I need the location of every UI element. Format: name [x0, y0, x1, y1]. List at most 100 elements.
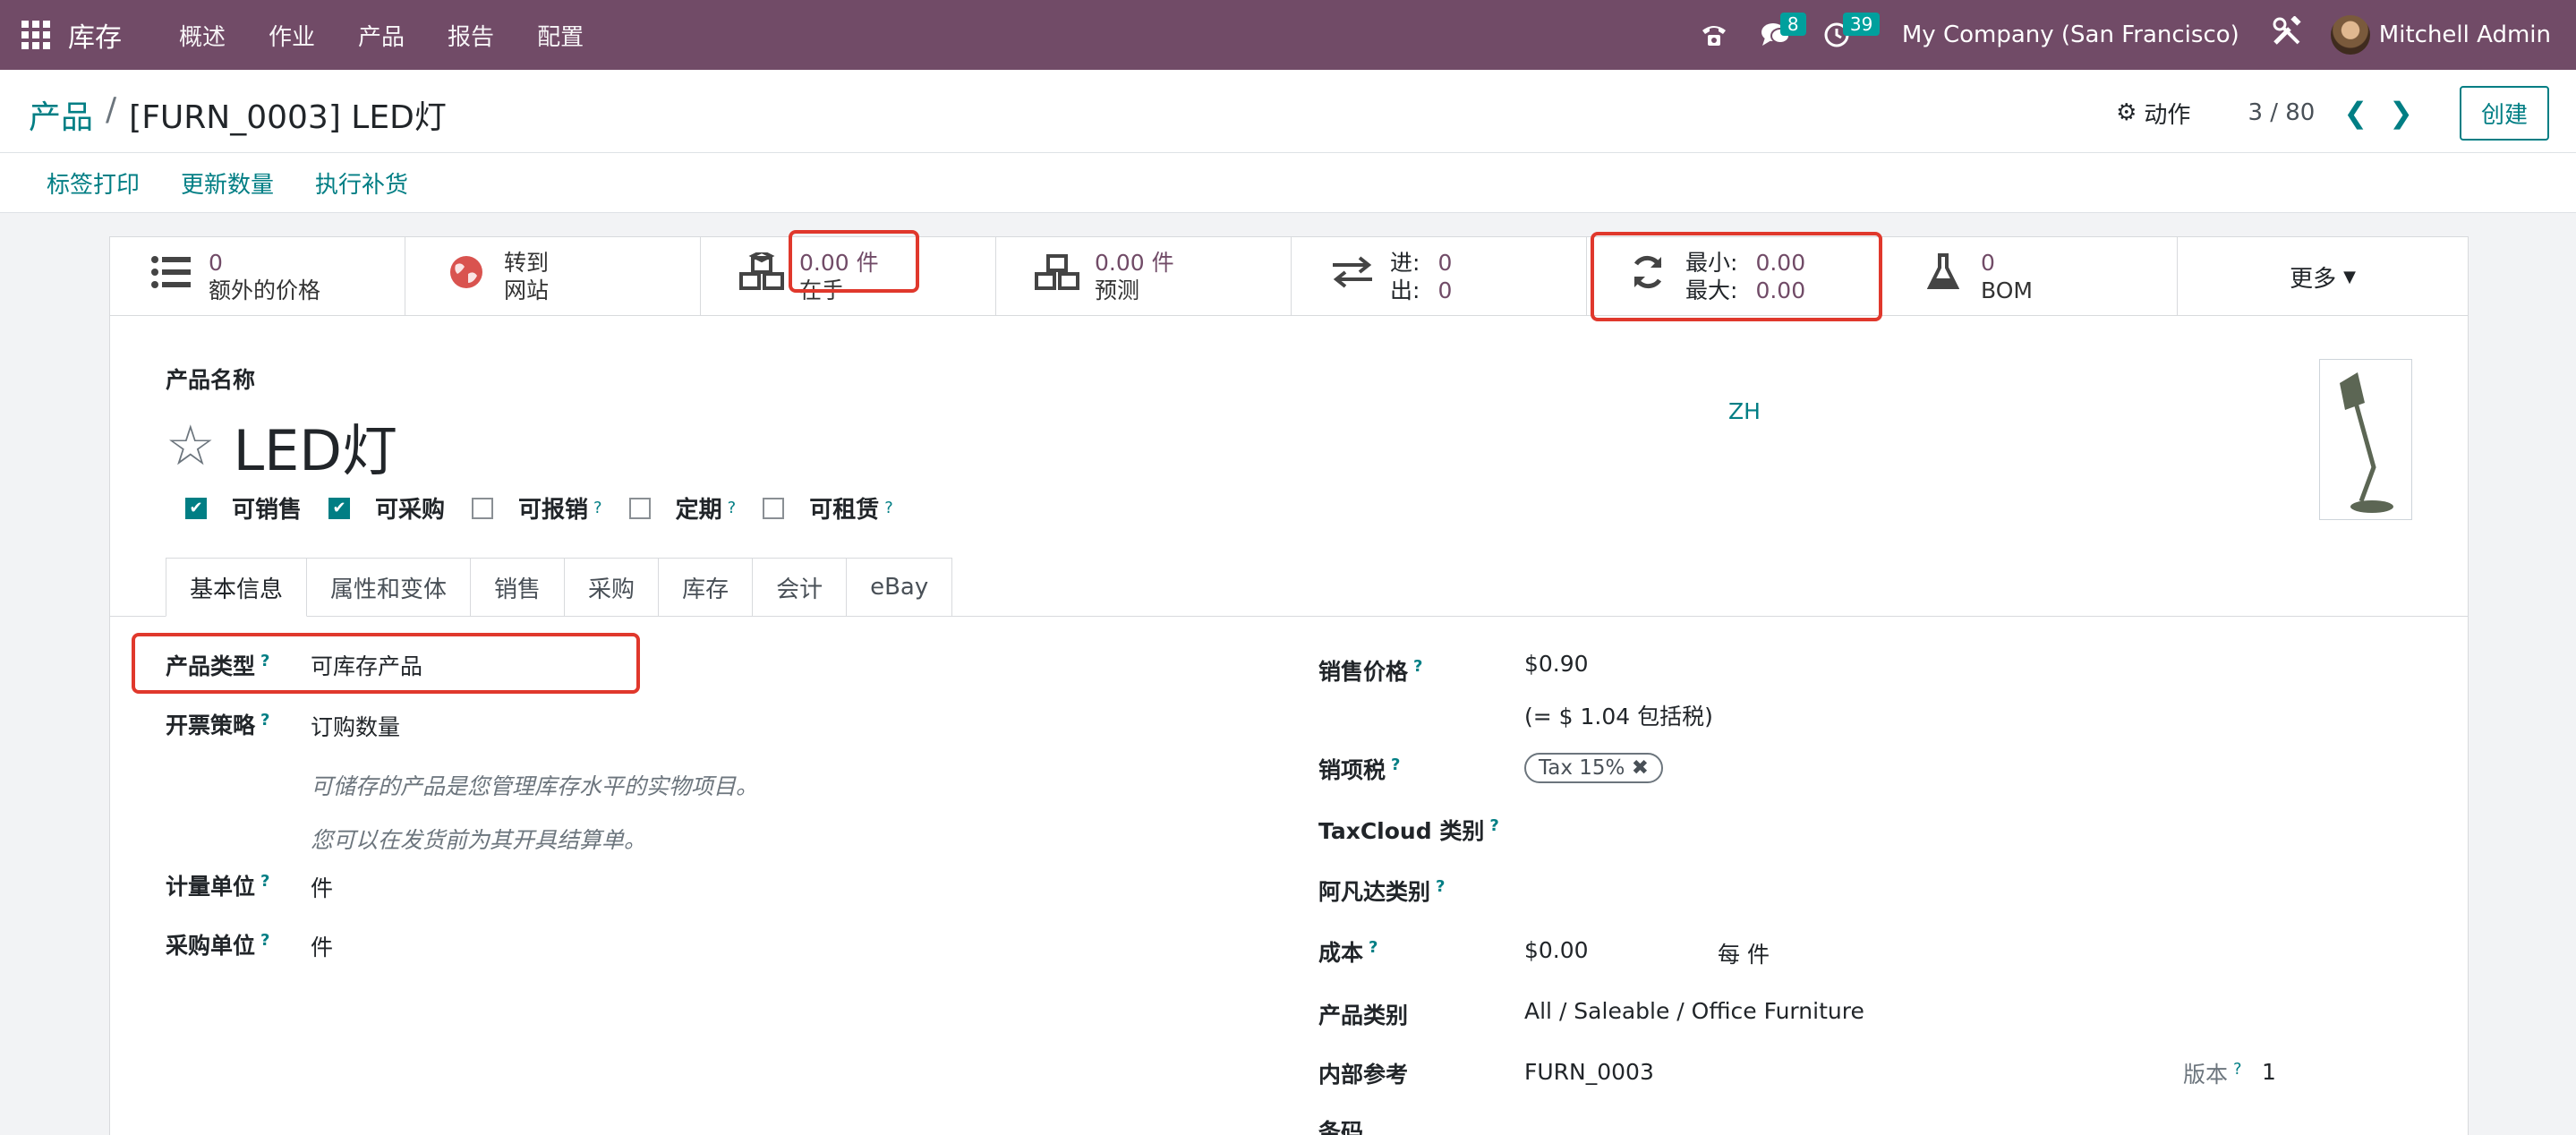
invoice-policy-select[interactable]: 订购数量	[311, 710, 400, 742]
help-icon[interactable]: ?	[260, 872, 269, 891]
forecast-button[interactable]: 0.00 件预测	[996, 237, 1292, 316]
apps-grid-icon[interactable]	[18, 17, 54, 53]
out-value: 0	[1437, 277, 1453, 303]
help-icon[interactable]: ?	[1391, 755, 1400, 774]
min-max-button[interactable]: 最小: 0.00 最大: 0.00	[1587, 237, 1882, 316]
tab-accounting[interactable]: 会计	[753, 558, 848, 617]
chevron-left-icon[interactable]: ❮	[2343, 96, 2367, 130]
product-category-field[interactable]: All / Saleable / Office Furniture	[1524, 998, 1864, 1024]
min-value: 0.00	[1755, 250, 1806, 276]
internal-reference-field[interactable]: FURN_0003	[1524, 1059, 1654, 1085]
menu-item-config[interactable]: 配置	[516, 19, 605, 52]
tab-sales[interactable]: 销售	[471, 558, 566, 617]
app-name[interactable]: 库存	[68, 15, 122, 55]
close-icon[interactable]: ✖	[1632, 756, 1649, 780]
help-icon[interactable]: ?	[260, 711, 269, 730]
bom-button[interactable]: 0 BOM	[1882, 237, 2178, 316]
product-header: 产品名称 ☆ LED灯	[166, 363, 397, 486]
menu-item-reports[interactable]: 报告	[426, 19, 516, 52]
cost-field[interactable]: $0.00	[1524, 937, 1589, 963]
price-incl-tax: (= $ 1.04 包括税)	[1524, 704, 1713, 730]
on-hand-label: 在手	[799, 277, 845, 303]
tab-purchase[interactable]: 采购	[565, 558, 660, 617]
in-out-button[interactable]: 进: 0 出: 0	[1292, 237, 1587, 316]
can-be-purchased-checkbox[interactable]: ✔ 可采购	[328, 491, 445, 525]
checkbox-empty-icon	[628, 497, 651, 519]
can-be-rented-checkbox[interactable]: 可租赁 ?	[763, 491, 893, 525]
go-to-website-button[interactable]: 转到 网站	[405, 237, 701, 316]
tax-tag[interactable]: Tax 15% ✖	[1524, 753, 1663, 783]
navbar-systray: 8 39 My Company (San Francisco) Mitchell…	[1684, 0, 2576, 70]
bom-label: BOM	[1981, 277, 2033, 303]
pager-value[interactable]: 3 / 80	[2248, 99, 2315, 126]
activities-count-badge: 39	[1842, 13, 1881, 36]
product-type-label: 产品类型?	[166, 651, 270, 679]
breadcrumb: 产品 / [FURN_0003] LED灯	[29, 91, 447, 138]
smart-buttons: 0 额外的价格 转到 网站 0.00 件在手 0.00 件预测 进: 0 出: …	[110, 237, 2468, 316]
menu-item-overview[interactable]: 概述	[158, 19, 247, 52]
in-label: 进:	[1390, 250, 1420, 276]
tab-general-info[interactable]: 基本信息	[166, 558, 308, 617]
update-quantity-button[interactable]: 更新数量	[181, 166, 274, 200]
create-button[interactable]: 创建	[2459, 85, 2549, 141]
extra-prices-button[interactable]: 0 额外的价格	[110, 237, 405, 316]
help-icon[interactable]: ?	[1413, 657, 1422, 676]
main-menu: 概述 作业 产品 报告 配置	[158, 19, 605, 52]
in-value: 0	[1437, 250, 1453, 276]
product-image[interactable]	[2319, 359, 2412, 520]
tab-ebay[interactable]: eBay	[847, 558, 953, 617]
help-icon[interactable]: ?	[260, 652, 269, 670]
print-labels-button[interactable]: 标签打印	[47, 166, 140, 200]
sales-price-field[interactable]: $0.90	[1524, 651, 1589, 677]
menu-item-products[interactable]: 产品	[337, 19, 426, 52]
help-icon[interactable]: ?	[884, 499, 893, 517]
help-icon[interactable]: ?	[2233, 1060, 2242, 1079]
help-icon[interactable]: ?	[1436, 877, 1445, 896]
uom-field[interactable]: 件	[311, 871, 333, 903]
website-label: 网站	[504, 277, 550, 303]
chevron-right-icon[interactable]: ❯	[2389, 96, 2413, 130]
help-icon[interactable]: ?	[728, 499, 737, 517]
product-name-field[interactable]: LED灯	[234, 405, 397, 486]
version-label: 版本?	[2183, 1059, 2242, 1088]
more-button[interactable]: 更多 ▼	[2178, 237, 2468, 316]
breadcrumb-current: [FURN_0003] LED灯	[129, 99, 447, 136]
action-menu-button[interactable]: ⚙ 动作	[2116, 97, 2190, 130]
on-hand-button[interactable]: 0.00 件在手	[701, 237, 996, 316]
help-icon[interactable]: ?	[593, 499, 602, 517]
tab-attributes-variants[interactable]: 属性和变体	[307, 558, 472, 617]
chat-button[interactable]: 8	[1761, 13, 1806, 48]
action-label: 动作	[2144, 101, 2191, 129]
purchase-uom-field[interactable]: 件	[311, 930, 333, 962]
check-icon: ✔	[328, 497, 351, 519]
recurring-checkbox[interactable]: 定期 ?	[628, 491, 737, 525]
star-icon[interactable]: ☆	[166, 418, 216, 474]
help-icon[interactable]: ?	[260, 931, 269, 950]
bom-count: 0	[1981, 250, 1995, 276]
replenish-button[interactable]: 执行补货	[315, 166, 408, 200]
product-type-select[interactable]: 可库存产品	[311, 649, 422, 681]
language-button[interactable]: ZH	[1728, 398, 1761, 424]
activity-button[interactable]: 39	[1823, 13, 1881, 48]
can-be-rented-label: 可租赁	[809, 497, 880, 524]
help-icon[interactable]: ?	[1489, 816, 1498, 835]
breadcrumb-products-link[interactable]: 产品	[29, 91, 93, 138]
globe-icon	[441, 254, 491, 299]
max-value: 0.00	[1755, 277, 1806, 303]
avatar[interactable]	[2330, 15, 2370, 55]
tab-inventory[interactable]: 库存	[659, 558, 754, 617]
can-be-expensed-checkbox[interactable]: 可报销 ?	[472, 491, 602, 525]
menu-item-operations[interactable]: 作业	[247, 19, 337, 52]
more-label: 更多	[2290, 265, 2337, 293]
company-switcher[interactable]: My Company (San Francisco)	[1902, 21, 2239, 48]
tools-icon[interactable]	[2272, 14, 2302, 55]
user-menu[interactable]: Mitchell Admin	[2379, 21, 2551, 48]
version-field[interactable]: 1	[2262, 1059, 2276, 1085]
checkbox-empty-icon	[472, 497, 494, 519]
can-be-sold-checkbox[interactable]: ✔ 可销售	[185, 491, 302, 525]
flask-icon	[1918, 253, 1968, 300]
phone-icon[interactable]	[1700, 21, 1728, 48]
help-icon[interactable]: ?	[1369, 938, 1378, 957]
uom-label: 计量单位?	[166, 871, 270, 900]
cubes-icon	[737, 249, 787, 301]
